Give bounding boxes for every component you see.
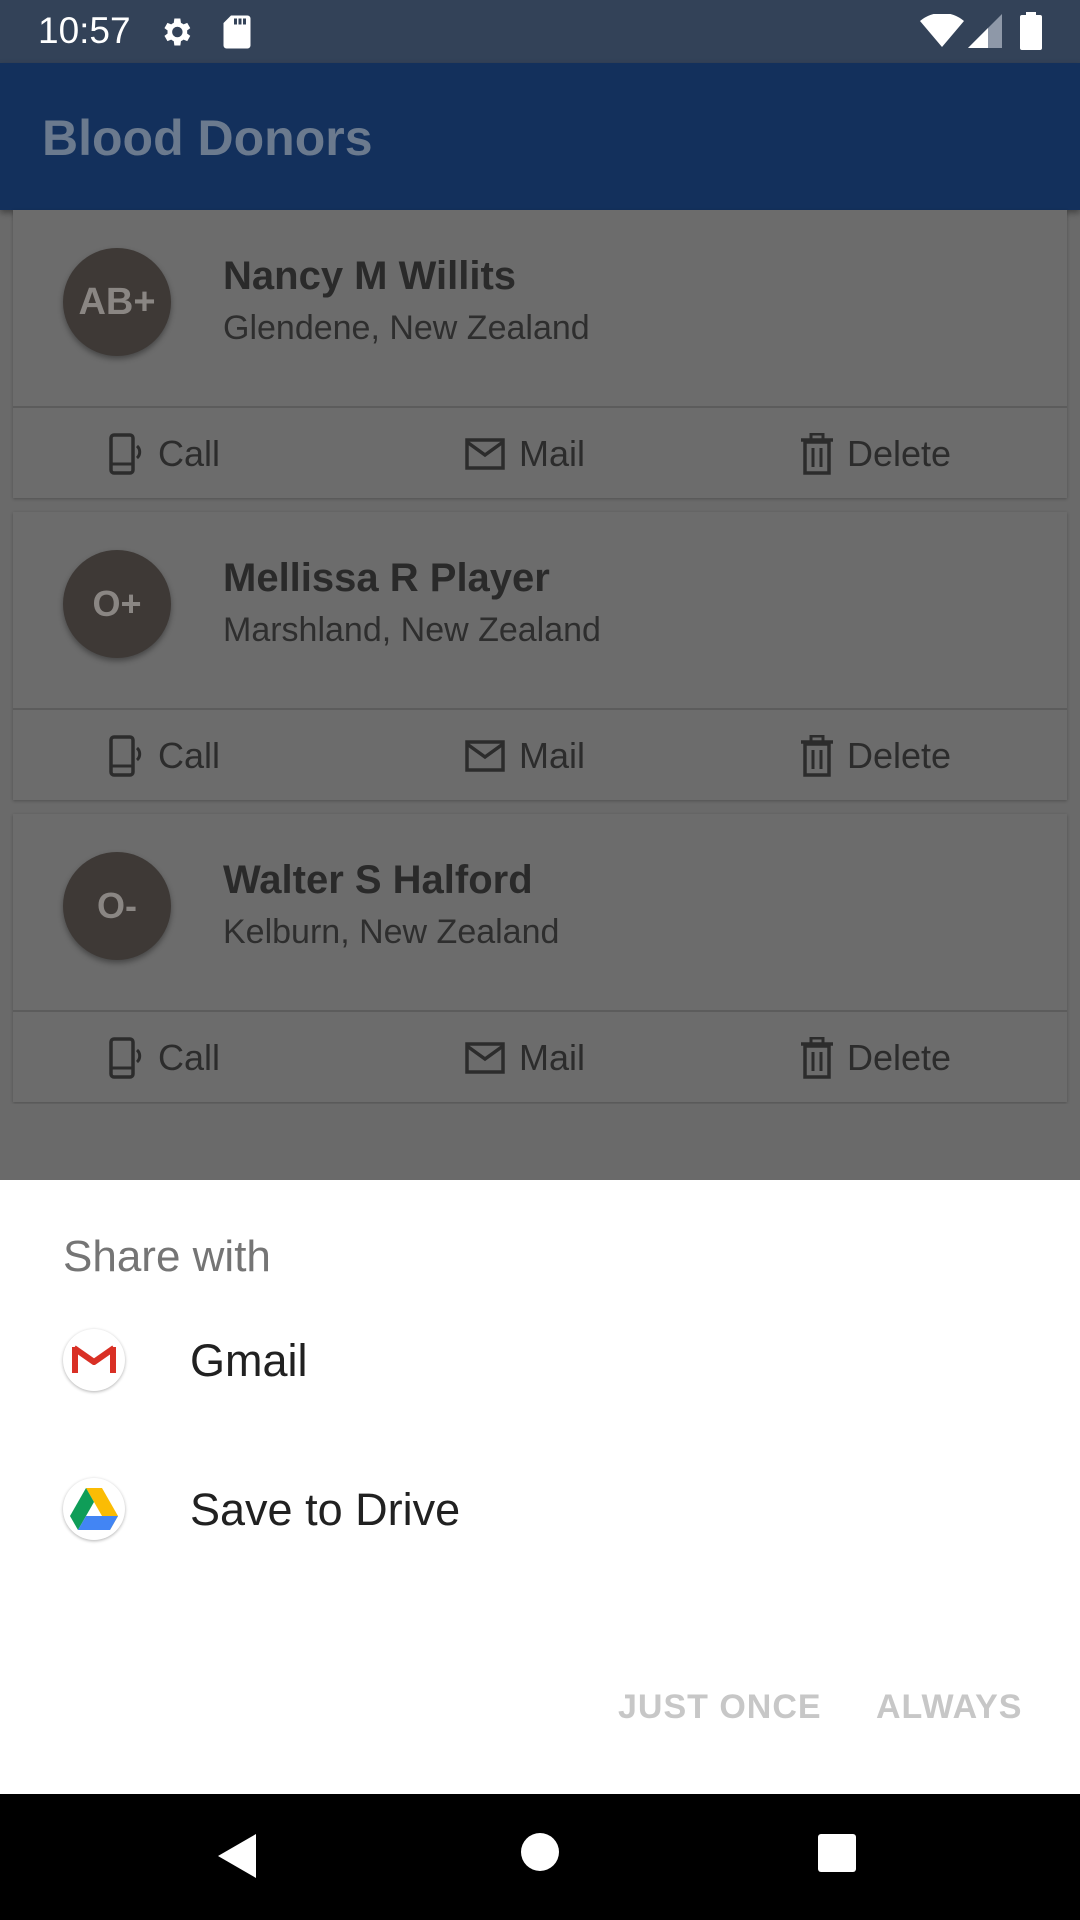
donor-card-header[interactable]: O+ Mellissa R Player Marshland, New Zeal… <box>13 512 1067 710</box>
donor-card: AB+ Nancy M Willits Glendene, New Zealan… <box>13 210 1067 498</box>
mail-button[interactable]: Mail <box>465 712 585 800</box>
donor-location: Glendene, New Zealand <box>223 309 590 347</box>
delete-label: Delete <box>847 1037 952 1078</box>
call-button[interactable]: Call <box>108 410 220 498</box>
donor-card-header[interactable]: O- Walter S Halford Kelburn, New Zealand <box>13 814 1067 1012</box>
donor-name: Walter S Halford <box>223 858 533 902</box>
mail-icon <box>465 740 505 772</box>
donor-actions: Call Mail Delete <box>13 410 1067 498</box>
sd-card-icon <box>222 14 252 55</box>
donor-card-header[interactable]: AB+ Nancy M Willits Glendene, New Zealan… <box>13 210 1067 408</box>
share-option-gmail[interactable]: Gmail <box>0 1295 1080 1425</box>
wifi-icon <box>920 12 964 53</box>
blood-type-avatar: O- <box>63 852 171 960</box>
status-time: 10:57 <box>38 10 131 51</box>
phone-icon <box>108 1036 144 1080</box>
mail-label: Mail <box>519 735 586 776</box>
signal-icon <box>968 14 1002 53</box>
call-label: Call <box>158 735 221 776</box>
share-option-label: Save to Drive <box>190 1484 461 1535</box>
mail-label: Mail <box>519 1037 586 1078</box>
blood-type-avatar: AB+ <box>63 248 171 356</box>
delete-button[interactable]: Delete <box>801 712 951 800</box>
call-label: Call <box>158 433 221 474</box>
mail-icon <box>465 1042 505 1074</box>
status-bar: 10:57 <box>0 0 1080 63</box>
home-icon[interactable] <box>518 1830 562 1879</box>
gmail-icon <box>63 1329 125 1391</box>
trash-icon <box>801 433 833 475</box>
just-once-button[interactable]: JUST ONCE <box>618 1688 822 1727</box>
trash-icon <box>801 1037 833 1079</box>
mail-label: Mail <box>519 433 586 474</box>
drive-icon <box>63 1478 125 1540</box>
share-option-label: Gmail <box>190 1335 308 1386</box>
share-sheet-title: Share with <box>63 1232 271 1281</box>
delete-button[interactable]: Delete <box>801 1014 951 1102</box>
call-button[interactable]: Call <box>108 712 220 800</box>
phone-icon <box>108 432 144 476</box>
donor-actions: Call Mail Delete <box>13 712 1067 800</box>
call-button[interactable]: Call <box>108 1014 220 1102</box>
mail-icon <box>465 438 505 470</box>
call-label: Call <box>158 1037 221 1078</box>
delete-button[interactable]: Delete <box>801 410 951 498</box>
dim-scrim[interactable] <box>0 1104 1080 1180</box>
app-bar: Blood Donors <box>0 63 1080 210</box>
back-icon[interactable] <box>216 1832 260 1885</box>
share-option-drive[interactable]: Save to Drive <box>0 1444 1080 1574</box>
app-title: Blood Donors <box>42 110 373 166</box>
battery-icon <box>1020 12 1042 55</box>
delete-label: Delete <box>847 433 952 474</box>
navigation-bar <box>0 1794 1080 1920</box>
recents-icon[interactable] <box>816 1832 858 1879</box>
mail-button[interactable]: Mail <box>465 1014 585 1102</box>
always-button[interactable]: ALWAYS <box>876 1688 1022 1727</box>
donor-name: Nancy M Willits <box>223 254 517 298</box>
blood-type-avatar: O+ <box>63 550 171 658</box>
donor-name: Mellissa R Player <box>223 556 550 600</box>
delete-label: Delete <box>847 735 952 776</box>
donor-location: Marshland, New Zealand <box>223 611 601 649</box>
donor-actions: Call Mail Delete <box>13 1014 1067 1102</box>
share-sheet: Share with Gmail Save to Drive JUST ONCE… <box>0 1180 1080 1794</box>
phone-icon <box>108 734 144 778</box>
trash-icon <box>801 735 833 777</box>
donor-card: O+ Mellissa R Player Marshland, New Zeal… <box>13 512 1067 800</box>
donor-location: Kelburn, New Zealand <box>223 913 560 951</box>
mail-button[interactable]: Mail <box>465 410 585 498</box>
settings-icon <box>158 14 194 55</box>
donor-card: O- Walter S Halford Kelburn, New Zealand… <box>13 814 1067 1102</box>
